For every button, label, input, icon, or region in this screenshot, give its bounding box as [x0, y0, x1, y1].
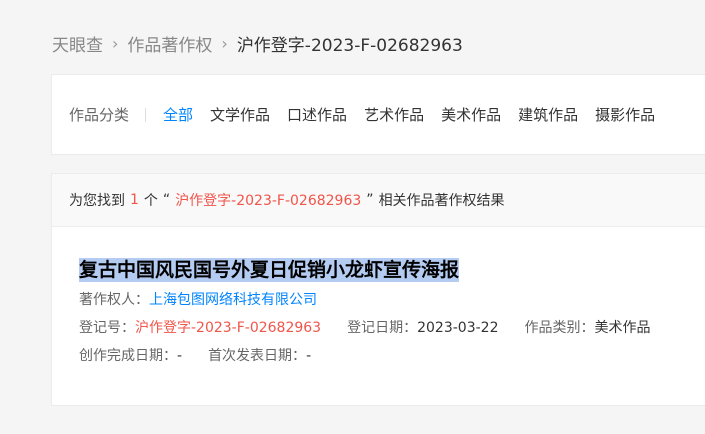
filter-item-oral[interactable]: 口述作品	[287, 104, 347, 125]
quote-open: “	[162, 192, 171, 208]
result-title-link[interactable]: 复古中国风民国号外夏日促销小龙虾宣传海报	[79, 258, 460, 282]
completion-label: 创作完成日期：	[79, 348, 177, 364]
results-panel: 为您找到 1 个 “ 沪作登字-2023-F-02682963 ” 相关作品著作…	[51, 173, 705, 406]
result-count: 1	[130, 192, 139, 208]
filter-item-architecture[interactable]: 建筑作品	[518, 104, 578, 125]
completion-value: -	[177, 348, 183, 364]
quote-close: ”	[366, 192, 374, 208]
filter-item-photography[interactable]: 摄影作品	[595, 104, 655, 125]
reg-date-value: 2023-03-22	[417, 320, 499, 336]
filter-item-literary[interactable]: 文学作品	[210, 104, 270, 125]
breadcrumb-section-link[interactable]: 作品著作权	[127, 31, 212, 56]
reg-date-label: 登记日期：	[347, 320, 418, 336]
result-item: 复古中国风民国号外夏日促销小龙虾宣传海报 著作权人：上海包图网络科技有限公司 登…	[79, 258, 705, 366]
filter-divider	[145, 107, 147, 122]
filter-item-fine-art[interactable]: 美术作品	[441, 104, 501, 125]
search-query: 沪作登字-2023-F-02682963	[175, 193, 362, 209]
breadcrumb: 天眼查 › 作品著作权 › 沪作登字-2023-F-02682963	[52, 30, 463, 56]
reg-no-label: 登记号：	[79, 320, 135, 336]
first-pub-label: 首次发表日期：	[208, 348, 307, 364]
first-pub-value: -	[306, 348, 312, 364]
owner-link[interactable]: 上海包图网络科技有限公司	[149, 292, 317, 308]
breadcrumb-current: 沪作登字-2023-F-02682963	[236, 35, 463, 56]
owner-label: 著作权人：	[79, 292, 149, 308]
category-label: 作品类别：	[524, 320, 595, 336]
owner-row: 著作权人：上海包图网络科技有限公司	[79, 290, 705, 310]
dates-row: 创作完成日期：- 首次发表日期：-	[79, 346, 705, 366]
chevron-right-icon: ›	[112, 33, 119, 53]
results-summary: 为您找到 1 个 “ 沪作登字-2023-F-02682963 ” 相关作品著作…	[52, 174, 705, 227]
summary-suffix: 相关作品著作权结果	[378, 193, 505, 209]
reg-no-value: 沪作登字-2023-F-02682963	[135, 320, 322, 336]
summary-unit: 个	[143, 193, 158, 209]
category-value: 美术作品	[594, 320, 651, 336]
category-filter-bar: 作品分类 全部 文学作品 口述作品 艺术作品 美术作品 建筑作品 摄影作品	[51, 74, 705, 155]
filter-item-art[interactable]: 艺术作品	[364, 104, 424, 125]
filter-item-all[interactable]: 全部	[163, 104, 193, 125]
filter-label: 作品分类	[69, 106, 130, 124]
breadcrumb-home-link[interactable]: 天眼查	[52, 31, 103, 56]
chevron-right-icon: ›	[221, 33, 228, 53]
registration-row: 登记号：沪作登字-2023-F-02682963 登记日期：2023-03-22 作…	[79, 318, 705, 338]
summary-prefix: 为您找到	[69, 193, 125, 209]
